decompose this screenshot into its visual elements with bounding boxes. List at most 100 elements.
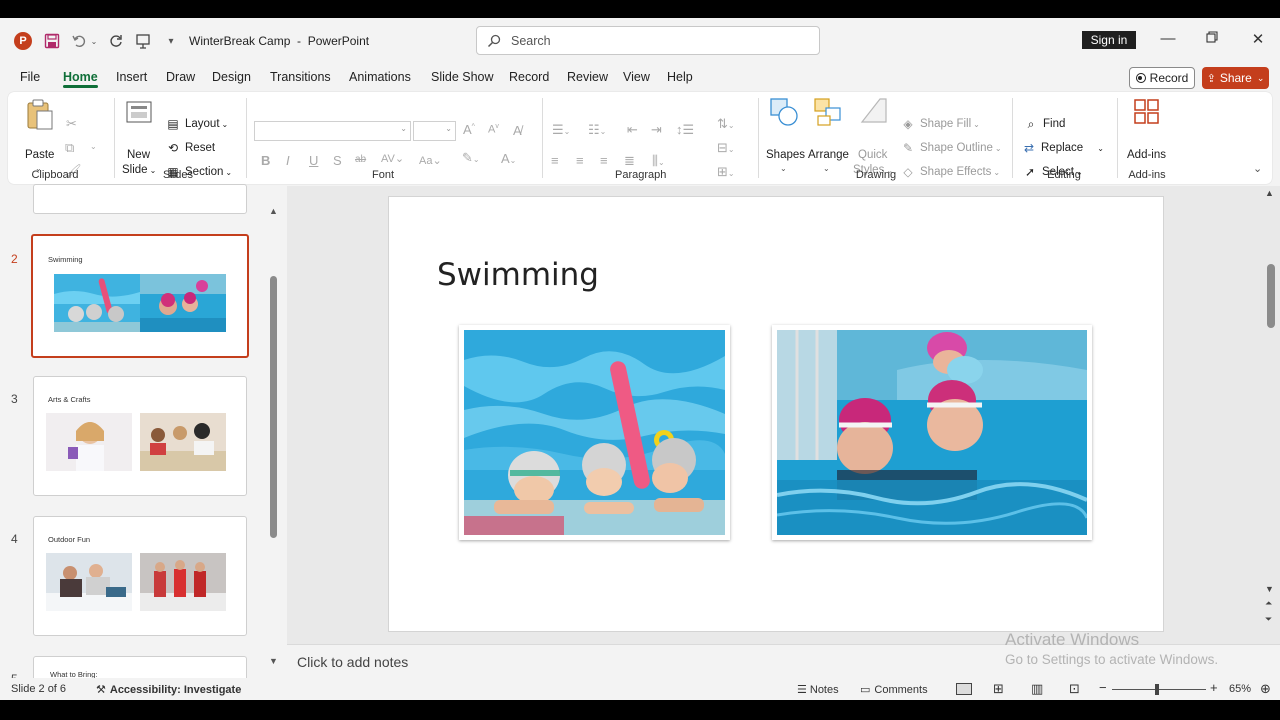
comments-button[interactable]: ▭ Comments <box>860 683 928 697</box>
slide-canvas[interactable]: Swimming <box>388 196 1164 632</box>
new-slide-icon[interactable] <box>124 98 156 130</box>
tab-record[interactable]: Record <box>509 70 549 84</box>
justify-icon[interactable]: ≣ <box>624 153 635 169</box>
next-slide-icon[interactable]: ⏷ <box>1265 614 1272 625</box>
previous-slide-icon[interactable]: ⏶ <box>1265 598 1272 609</box>
underline-icon[interactable]: U <box>309 153 318 168</box>
zoom-slider[interactable] <box>1112 689 1206 690</box>
new-slide-button[interactable]: Slide ⌄ <box>122 164 156 176</box>
arrange-dropdown-icon[interactable]: ⌄ <box>823 164 830 173</box>
slide-thumbnail-4[interactable]: Outdoor Fun <box>33 516 247 636</box>
share-button[interactable]: ⇪ Share ⌄ <box>1202 67 1269 89</box>
shape-outline-button[interactable]: ✎ Shape Outline ⌄ <box>900 141 1002 155</box>
shapes-button[interactable]: Shapes <box>766 149 805 161</box>
slide-image-girls-pool[interactable] <box>772 325 1092 540</box>
decrease-font-size-icon[interactable]: Av <box>488 123 499 136</box>
line-spacing-icon[interactable]: ↕☰ <box>676 122 694 138</box>
zoom-in-icon[interactable]: + <box>1210 680 1218 695</box>
italic-icon[interactable]: I <box>286 153 290 168</box>
columns-icon[interactable]: ⫼⌄ <box>652 153 665 169</box>
undo-dropdown-icon[interactable]: ⌄ <box>89 32 99 50</box>
fit-to-window-icon[interactable]: ⊕ <box>1260 681 1271 697</box>
present-from-start-icon[interactable] <box>134 32 152 50</box>
slide-thumbnail-1[interactable] <box>33 184 247 214</box>
tab-home[interactable]: Home <box>63 70 98 84</box>
tab-slide-show[interactable]: Slide Show <box>431 70 494 84</box>
bold-icon[interactable]: B <box>261 153 270 168</box>
copy-dropdown-icon[interactable]: ⌄ <box>90 142 97 151</box>
shapes-icon[interactable] <box>768 96 800 128</box>
slide-show-icon[interactable]: ⊡ <box>1069 681 1080 697</box>
redo-icon[interactable] <box>107 32 125 50</box>
shadow-icon[interactable]: S <box>333 153 342 168</box>
zoom-out-icon[interactable]: − <box>1099 680 1107 695</box>
minimize-icon[interactable]: — <box>1158 30 1178 47</box>
panel-scrollbar-thumb[interactable] <box>270 276 277 538</box>
add-ins-icon[interactable] <box>1133 98 1165 130</box>
find-button[interactable]: ⌕ Find <box>1023 117 1066 131</box>
text-direction-icon[interactable]: ⇅⌄ <box>717 116 735 132</box>
restore-icon[interactable] <box>1202 30 1222 47</box>
slide-thumbnail-2[interactable]: Swimming <box>31 234 249 358</box>
reading-view-icon[interactable]: ▥ <box>1031 681 1043 697</box>
collapse-ribbon-icon[interactable]: ⌄ <box>1253 162 1262 175</box>
accessibility-button[interactable]: ⚒ Accessibility: Investigate <box>96 683 241 697</box>
save-icon[interactable] <box>43 32 61 50</box>
shape-effects-button[interactable]: ◇ Shape Effects ⌄ <box>900 165 1000 179</box>
strikethrough-icon[interactable]: ab <box>355 154 366 165</box>
tab-view[interactable]: View <box>623 70 650 84</box>
clear-formatting-icon[interactable]: A̸ <box>513 123 522 138</box>
slide-image-kids-pool[interactable] <box>459 325 730 540</box>
editor-scrollbar-thumb[interactable] <box>1267 264 1275 328</box>
editor-scroll-down-icon[interactable]: ▼ <box>1265 584 1274 594</box>
change-case-icon[interactable]: Aa⌄ <box>419 154 442 167</box>
editor-scroll-up-icon[interactable]: ▲ <box>1265 188 1274 198</box>
add-ins-button[interactable]: Add-ins <box>1127 149 1166 161</box>
sign-in-button[interactable]: Sign in <box>1082 31 1136 49</box>
slide-sorter-icon[interactable]: ⊞ <box>993 681 1004 697</box>
paste-icon[interactable] <box>24 98 56 130</box>
font-color-icon[interactable]: A⌄ <box>501 151 516 166</box>
notes-button[interactable]: ☰ Notes <box>797 683 839 697</box>
tab-insert[interactable]: Insert <box>116 70 147 84</box>
undo-icon[interactable] <box>70 32 88 50</box>
quick-styles-icon[interactable] <box>858 96 890 128</box>
align-text-icon[interactable]: ⊟⌄ <box>717 140 735 156</box>
tab-transitions[interactable]: Transitions <box>270 70 331 84</box>
reset-button[interactable]: ⟲ Reset <box>165 141 215 155</box>
arrange-icon[interactable] <box>812 96 844 128</box>
notes-placeholder[interactable]: Click to add notes <box>297 654 408 670</box>
tab-animations[interactable]: Animations <box>349 70 411 84</box>
slide-title[interactable]: Swimming <box>437 257 599 293</box>
font-name-combo[interactable]: ⌄ <box>254 121 411 141</box>
tab-design[interactable]: Design <box>212 70 251 84</box>
cut-icon[interactable]: ✂ <box>66 116 77 132</box>
zoom-slider-handle[interactable] <box>1155 684 1159 695</box>
slide-thumbnail-3[interactable]: Arts & Crafts <box>33 376 247 496</box>
align-right-icon[interactable]: ≡ <box>600 153 608 168</box>
normal-view-icon[interactable] <box>956 683 972 695</box>
tab-draw[interactable]: Draw <box>166 70 195 84</box>
layout-button[interactable]: ▤ Layout ⌄ <box>165 117 228 131</box>
bullets-icon[interactable]: ☰⌄ <box>552 122 570 138</box>
search-box[interactable]: Search <box>476 26 820 55</box>
font-size-combo[interactable]: ⌄ <box>413 121 456 141</box>
character-spacing-icon[interactable]: AV⌄ <box>381 152 404 165</box>
record-button[interactable]: Record <box>1129 67 1195 89</box>
tab-help[interactable]: Help <box>667 70 693 84</box>
shapes-dropdown-icon[interactable]: ⌄ <box>780 164 787 173</box>
panel-scroll-down-icon[interactable]: ▼ <box>269 656 278 666</box>
replace-button[interactable]: ⇄ Replace ⌄ <box>1021 141 1104 155</box>
new-slide-label-1[interactable]: New <box>127 149 150 161</box>
tab-file[interactable]: File <box>20 70 40 84</box>
align-left-icon[interactable]: ≡ <box>551 153 559 168</box>
quick-styles-label-1[interactable]: Quick <box>858 149 887 161</box>
increase-font-size-icon[interactable]: A^ <box>463 122 475 137</box>
highlight-icon[interactable]: ✎⌄ <box>462 150 480 166</box>
close-icon[interactable]: ✕ <box>1248 30 1268 48</box>
numbering-icon[interactable]: ☷⌄ <box>588 122 606 138</box>
panel-scroll-up-icon[interactable]: ▲ <box>269 206 278 216</box>
smartart-icon[interactable]: ⊞⌄ <box>717 164 735 180</box>
tab-review[interactable]: Review <box>567 70 608 84</box>
paste-button[interactable]: Paste <box>25 149 54 161</box>
